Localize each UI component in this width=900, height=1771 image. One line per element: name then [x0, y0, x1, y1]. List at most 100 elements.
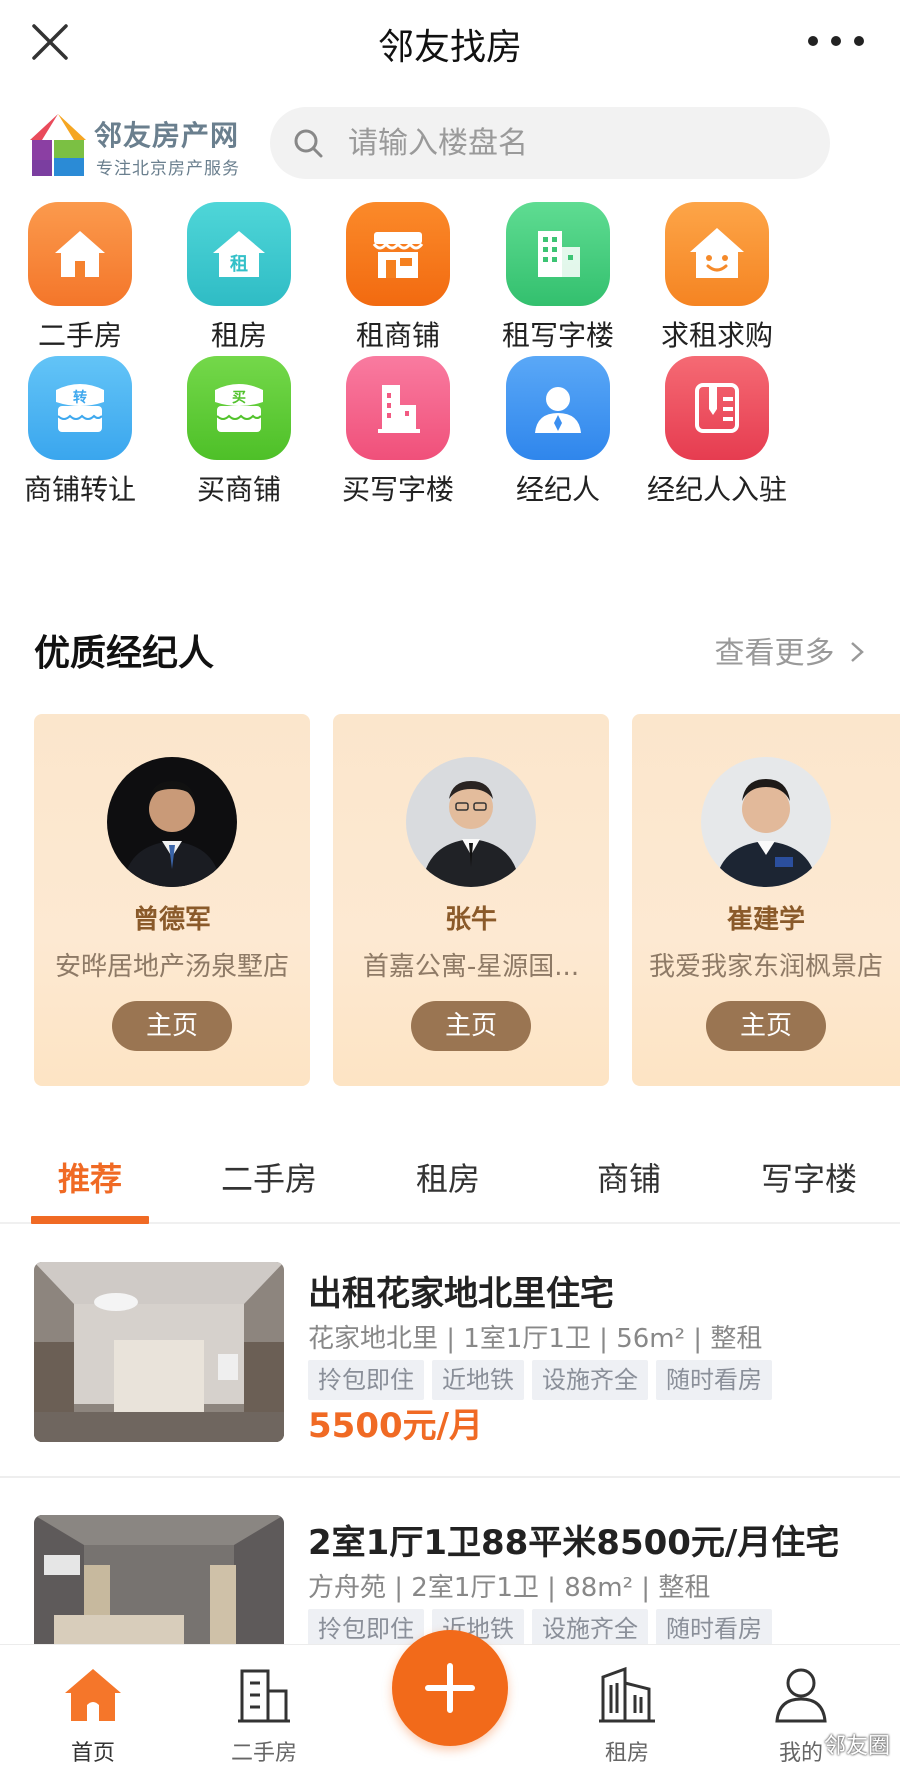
listing-tag: 近地铁 [432, 1360, 524, 1400]
category-label: 求租求购 [660, 319, 773, 352]
listing-item[interactable]: 出租花家地北里住宅 花家地北里 | 1室1厅1卫 | 56m² | 整租 拎包即… [0, 1262, 900, 1446]
listing-meta: 花家地北里 | 1室1厅1卫 | 56m² | 整租 [308, 1324, 763, 1354]
brand-name: 邻友房产网 [94, 119, 240, 152]
category-shop-transfer[interactable]: 转 商铺转让 [0, 356, 170, 508]
listing-title: 2室1厅1卫88平米8500元/月住宅 [308, 1523, 840, 1563]
search-bar[interactable] [270, 107, 830, 179]
house-icon [28, 202, 132, 306]
agent-name: 曾德军 [132, 905, 211, 935]
category-rent-shop[interactable]: 租商铺 [308, 202, 488, 354]
page-title: 邻友找房 [377, 27, 522, 68]
buy-office-icon [346, 356, 450, 460]
listing-tag: 设施齐全 [532, 1360, 648, 1400]
svg-text:租: 租 [230, 253, 248, 275]
agent-join-icon [665, 356, 769, 460]
listing-tags: 拎包即住 近地铁 设施齐全 随时看房 [308, 1360, 780, 1400]
listing-price: 5500元/月 [308, 1406, 484, 1446]
category-label: 租写字楼 [501, 319, 614, 352]
active-tab-indicator [31, 1216, 149, 1224]
category-label: 经纪人入驻 [646, 473, 787, 506]
svg-text:转: 转 [73, 389, 87, 406]
listing-photo [34, 1262, 284, 1442]
listing-title: 出租花家地北里住宅 [308, 1274, 614, 1314]
logo-house-icon [30, 114, 86, 176]
listing-item[interactable]: 2室1厅1卫88平米8500元/月住宅 方舟苑 | 2室1厅1卫 | 88m² … [0, 1515, 900, 1645]
tab-office[interactable]: 写字楼 [719, 1154, 899, 1200]
category-label: 买商铺 [196, 473, 281, 506]
agent-store: 首嘉公寓-星源国... [362, 952, 580, 982]
category-label: 租房 [210, 319, 267, 352]
category-agents[interactable]: 经纪人 [468, 356, 648, 508]
nav-second-hand[interactable]: 二手房 [189, 1645, 339, 1767]
nav-rent[interactable]: 租房 [552, 1645, 702, 1767]
tab-recommend[interactable]: 推荐 [0, 1154, 180, 1200]
search-input[interactable] [348, 119, 808, 167]
agent-homepage-button[interactable]: 主页 [706, 1001, 826, 1051]
plus-icon [425, 1663, 475, 1713]
agent-homepage-button[interactable]: 主页 [411, 1001, 531, 1051]
nav-label: 首页 [70, 1741, 115, 1766]
nav-home[interactable]: 首页 [18, 1645, 168, 1767]
category-label: 商铺转让 [23, 473, 136, 506]
brand-logo: 邻友房产网 专注北京房产服务 [28, 112, 258, 180]
listing-tag: 随时看房 [656, 1609, 772, 1645]
tab-shop[interactable]: 商铺 [539, 1154, 719, 1200]
agents-section-title: 优质经纪人 [34, 633, 215, 674]
agent-name: 张牛 [444, 905, 497, 935]
category-label: 经纪人 [515, 473, 600, 506]
more-icon[interactable] [806, 34, 866, 48]
agent-store: 安晔居地产汤泉墅店 [54, 952, 289, 982]
category-agent-join[interactable]: 经纪人入驻 [627, 356, 807, 508]
category-label: 二手房 [37, 319, 122, 352]
agent-name: 崔建学 [726, 905, 805, 935]
listing-tag: 拎包即住 [308, 1360, 424, 1400]
search-icon [294, 129, 323, 158]
agent-homepage-button[interactable]: 主页 [112, 1001, 232, 1051]
publish-button[interactable] [392, 1630, 508, 1746]
category-want[interactable]: 求租求购 [627, 202, 807, 354]
chevron-right-icon [851, 642, 864, 662]
agent-card[interactable]: 崔建学 我爱我家东润枫景店 主页 [632, 714, 900, 1086]
listing-tag: 随时看房 [656, 1360, 772, 1400]
category-rent-office[interactable]: 租写字楼 [468, 202, 648, 354]
user-icon [775, 1668, 827, 1723]
listing-meta: 方舟苑 | 2室1厅1卫 | 88m² | 整租 [308, 1573, 711, 1603]
buy-shop-icon: 买 [187, 356, 291, 460]
agent-store: 我爱我家东润枫景店 [648, 952, 883, 982]
rent-house-icon: 租 [187, 202, 291, 306]
top-bar: 邻友找房 [0, 0, 900, 84]
avatar [701, 757, 831, 887]
avatar [406, 757, 536, 887]
category-label: 买写字楼 [341, 473, 454, 506]
category-label: 租商铺 [355, 319, 440, 352]
divider [0, 1476, 900, 1478]
agent-card[interactable]: 张牛 首嘉公寓-星源国... 主页 [333, 714, 609, 1086]
nav-label: 租房 [604, 1741, 649, 1766]
watermark: 邻友圈 [823, 1734, 890, 1759]
category-rent[interactable]: 租 租房 [149, 202, 329, 354]
building-icon [238, 1669, 290, 1723]
shop-icon [346, 202, 450, 306]
agent-icon [506, 356, 610, 460]
transfer-shop-icon: 转 [28, 356, 132, 460]
agent-card[interactable]: 曾德军 安晔居地产汤泉墅店 主页 [34, 714, 310, 1086]
avatar [107, 757, 237, 887]
view-more-label: 查看更多 [714, 636, 835, 671]
tab-rent[interactable]: 租房 [358, 1154, 538, 1200]
category-buy-shop[interactable]: 买 买商铺 [149, 356, 329, 508]
listing-tag: 拎包即住 [308, 1609, 424, 1645]
home-icon [65, 1669, 121, 1721]
category-second-hand[interactable]: 二手房 [0, 202, 170, 354]
listing-tags: 拎包即住 近地铁 设施齐全 随时看房 [308, 1609, 780, 1645]
brand-slogan: 专注北京房产服务 [96, 159, 240, 179]
rent-building-icon [599, 1666, 655, 1723]
view-more-link[interactable]: 查看更多 [714, 628, 864, 672]
category-buy-office[interactable]: 买写字楼 [308, 356, 488, 508]
office-building-icon [506, 202, 610, 306]
tab-second-hand[interactable]: 二手房 [179, 1154, 359, 1200]
smile-house-icon [665, 202, 769, 306]
nav-label: 二手房 [230, 1741, 297, 1766]
listing-tabs: 推荐 二手房 租房 商铺 写字楼 [0, 1148, 900, 1224]
svg-text:买: 买 [232, 390, 246, 406]
listing-photo [34, 1515, 284, 1645]
